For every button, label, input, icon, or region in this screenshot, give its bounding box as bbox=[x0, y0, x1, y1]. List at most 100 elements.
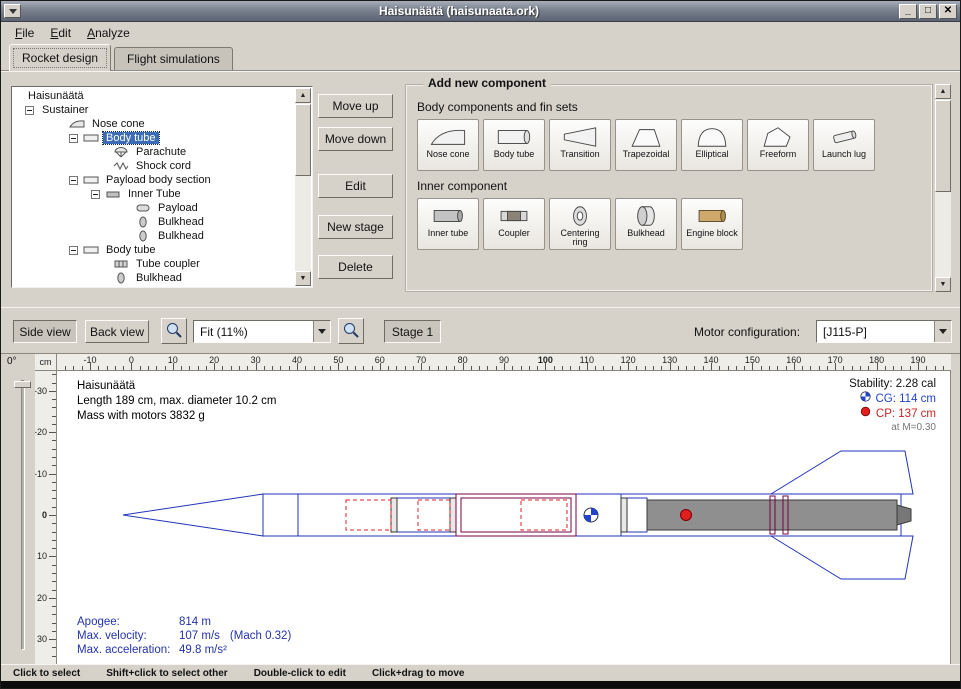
chevron-down-icon[interactable] bbox=[313, 321, 330, 342]
ruler-tick bbox=[421, 363, 422, 370]
ruler-tick bbox=[280, 366, 281, 370]
ruler-tick bbox=[52, 424, 56, 425]
close-button[interactable]: ✕ bbox=[939, 4, 957, 19]
add-nose-cone-button[interactable]: Nose cone bbox=[417, 119, 479, 171]
bulkhead-outline[interactable] bbox=[450, 498, 456, 532]
rotation-slider[interactable] bbox=[21, 380, 25, 650]
ruler-tick bbox=[115, 366, 116, 370]
tree-scrollbar-thumb[interactable] bbox=[295, 104, 311, 176]
motor-configuration-select[interactable]: [J115-P] bbox=[816, 320, 952, 343]
zoom-in-button[interactable] bbox=[161, 318, 187, 344]
tree-item-inner-tube[interactable]: Inner Tube bbox=[13, 187, 295, 201]
menu-item-analyze[interactable]: Analyze bbox=[79, 23, 138, 43]
scroll-down-icon[interactable]: ▼ bbox=[935, 277, 951, 292]
bulkhead-outline[interactable] bbox=[391, 498, 397, 532]
ruler-tick bbox=[156, 366, 157, 370]
menu-item-file[interactable]: File bbox=[7, 23, 42, 43]
chevron-down-icon[interactable] bbox=[934, 321, 951, 342]
add-inner-tube-button[interactable]: Inner tube bbox=[417, 198, 479, 250]
new-stage-button[interactable]: New stage bbox=[318, 215, 393, 239]
tree-item-bulkhead[interactable]: Bulkhead bbox=[13, 229, 295, 243]
scroll-up-icon[interactable]: ▲ bbox=[295, 88, 311, 103]
ruler-tick bbox=[52, 590, 56, 591]
tree-expander-icon[interactable] bbox=[25, 106, 34, 115]
bulkhead-icon bbox=[135, 216, 151, 228]
back-view-button[interactable]: Back view bbox=[85, 320, 149, 343]
move-down-button[interactable]: Move down bbox=[318, 127, 393, 151]
fin-outline-lower[interactable] bbox=[771, 536, 913, 579]
add-panel-scrollbar-thumb[interactable] bbox=[935, 100, 951, 192]
minimize-button[interactable]: _ bbox=[899, 4, 917, 19]
tree-item-label: Bulkhead bbox=[155, 216, 207, 228]
component-button-label: Engine block bbox=[684, 228, 740, 239]
rotation-slider-thumb[interactable] bbox=[14, 381, 31, 388]
motor-nozzle bbox=[897, 505, 911, 525]
ruler-tick bbox=[98, 366, 99, 370]
tree-item-payload[interactable]: Payload bbox=[13, 201, 295, 215]
tree-item-tube-coupler[interactable]: Tube coupler bbox=[13, 257, 295, 271]
ruler-tick bbox=[529, 366, 530, 370]
component-tree-panel: HaisunäätäSustainerNose coneBody tubePar… bbox=[11, 86, 313, 288]
side-view-button[interactable]: Side view bbox=[13, 320, 77, 343]
tree-expander-icon[interactable] bbox=[69, 246, 78, 255]
ruler-label: 30 bbox=[37, 634, 47, 644]
scroll-up-icon[interactable]: ▲ bbox=[935, 84, 951, 99]
add-panel-scrollbar[interactable]: ▲ ▼ bbox=[935, 84, 951, 292]
component-tree[interactable]: HaisunäätäSustainerNose coneBody tubePar… bbox=[13, 89, 295, 286]
move-up-button[interactable]: Move up bbox=[318, 94, 393, 118]
add-freeform-button[interactable]: Freeform bbox=[747, 119, 809, 171]
nose-cone-outline[interactable] bbox=[123, 494, 263, 536]
ruler-tick bbox=[198, 366, 199, 370]
rocket-canvas[interactable]: Haisunäätä Length 189 cm, max. diameter … bbox=[57, 371, 951, 665]
add-coupler-button[interactable]: Coupler bbox=[483, 198, 545, 250]
tree-item-body-tube[interactable]: Body tube bbox=[13, 243, 295, 257]
ruler-tick bbox=[612, 366, 613, 370]
tree-item-nose-cone[interactable]: Nose cone bbox=[13, 117, 295, 131]
ruler-tick bbox=[885, 366, 886, 370]
tree-item-label: Inner Tube bbox=[125, 188, 184, 200]
tree-item-haisunäätä[interactable]: Haisunäätä bbox=[13, 89, 295, 103]
ruler-tick bbox=[852, 366, 853, 370]
tree-item-bulkhead[interactable]: Bulkhead bbox=[13, 215, 295, 229]
bulkhead-outline[interactable] bbox=[621, 498, 627, 532]
delete-button[interactable]: Delete bbox=[318, 255, 393, 279]
ruler-tick bbox=[777, 366, 778, 370]
add-launch-lug-button[interactable]: Launch lug bbox=[813, 119, 875, 171]
add-elliptical-button[interactable]: Elliptical bbox=[681, 119, 743, 171]
fin-outline-upper[interactable] bbox=[771, 451, 913, 494]
title-bar[interactable]: Haisunäätä (haisunaata.ork) _ □ ✕ bbox=[1, 1, 960, 22]
maximize-button[interactable]: □ bbox=[919, 4, 937, 19]
tab-flight-simulations[interactable]: Flight simulations bbox=[114, 47, 233, 70]
shock-cord-icon bbox=[113, 160, 129, 172]
tree-item-bulkhead[interactable]: Bulkhead bbox=[13, 271, 295, 285]
add-trapezoidal-button[interactable]: Trapezoidal bbox=[615, 119, 677, 171]
zoom-select[interactable]: Fit (11%) bbox=[193, 320, 331, 343]
add-bulkhead-button[interactable]: Bulkhead bbox=[615, 198, 677, 250]
ruler-tick bbox=[52, 623, 56, 624]
zoom-out-button[interactable] bbox=[338, 318, 364, 344]
tree-item-shock-cord[interactable]: Shock cord bbox=[13, 159, 295, 173]
ruler-tick bbox=[901, 366, 902, 370]
menu-item-edit[interactable]: Edit bbox=[42, 23, 79, 43]
tab-rocket-design[interactable]: Rocket design bbox=[9, 44, 111, 71]
tree-scrollbar[interactable]: ▲ ▼ bbox=[295, 88, 311, 286]
tree-item-body-tube[interactable]: Body tube bbox=[13, 131, 295, 145]
scroll-down-icon[interactable]: ▼ bbox=[295, 271, 311, 286]
add-engine-block-button[interactable]: Engine block bbox=[681, 198, 743, 250]
tree-expander-icon[interactable] bbox=[69, 134, 78, 143]
ruler-tick bbox=[52, 399, 56, 400]
add-centering-ring-button[interactable]: Centering ring bbox=[549, 198, 611, 250]
tree-item-parachute[interactable]: Parachute bbox=[13, 145, 295, 159]
add-transition-button[interactable]: Transition bbox=[549, 119, 611, 171]
ruler-tick bbox=[52, 631, 56, 632]
tree-expander-icon[interactable] bbox=[69, 176, 78, 185]
add-body-tube-button[interactable]: Body tube bbox=[483, 119, 545, 171]
ruler-label: -30 bbox=[35, 386, 47, 396]
tree-item-payload-body-section[interactable]: Payload body section bbox=[13, 173, 295, 187]
window-menu-icon[interactable] bbox=[4, 4, 21, 18]
edit-button[interactable]: Edit bbox=[318, 174, 393, 198]
tree-item-sustainer[interactable]: Sustainer bbox=[13, 103, 295, 117]
component-button-label: Coupler bbox=[496, 228, 532, 239]
stage-1-toggle[interactable]: Stage 1 bbox=[384, 320, 441, 343]
tree-expander-icon[interactable] bbox=[91, 190, 100, 199]
